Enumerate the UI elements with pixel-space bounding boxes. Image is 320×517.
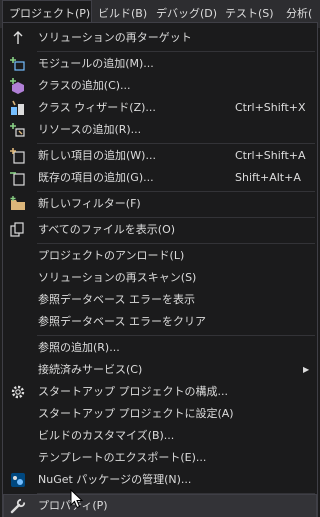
menu-separator [37, 51, 315, 52]
menu-item-shortcut: Ctrl+Shift+X [235, 101, 306, 114]
menu-item-label: NuGet パッケージの管理(N)... [38, 473, 192, 486]
menu-item-set-startup[interactable]: スタートアップ プロジェクトに設定(A) [4, 403, 316, 425]
new-item-icon [10, 148, 25, 164]
mouse-cursor-icon [70, 489, 84, 509]
menu-item-label: 参照データベース エラーを表示 [38, 293, 195, 306]
menu-item-configure-startup[interactable]: スタートアップ プロジェクトの構成... [4, 381, 316, 403]
menu-item-label: モジュールの追加(M)... [38, 57, 154, 70]
menu-item-add-class[interactable]: クラスの追加(C)... [4, 75, 316, 97]
menu-item-add-reference[interactable]: 参照の追加(R)... [4, 337, 316, 359]
menu-separator [37, 335, 315, 336]
menu-item-shortcut: Ctrl+Shift+A [235, 149, 306, 162]
menu-item-label: すべてのファイルを表示(O) [38, 223, 176, 236]
add-class-icon [10, 78, 24, 94]
existing-item-icon [10, 172, 25, 186]
menu-item-export-template[interactable]: テンプレートのエクスポート(E)... [4, 447, 316, 469]
class-wizard-icon [11, 100, 24, 115]
menu-item-unload-project[interactable]: プロジェクトのアンロード(L) [4, 245, 316, 267]
folder-icon [10, 196, 25, 210]
menu-item-label: 参照の追加(R)... [38, 341, 120, 354]
nuget-icon [11, 473, 25, 487]
gear-icon [11, 385, 25, 399]
menu-item-label: ソリューションの再スキャン(S) [38, 271, 197, 284]
menu-item-label: プロジェクトのアンロード(L) [38, 249, 185, 262]
menu-item-label: クラス ウィザード(Z)... [38, 101, 156, 114]
menu-item-retarget-solution[interactable]: ソリューションの再ターゲット [4, 27, 316, 49]
menu-item-label: ビルドのカスタマイズ(B)... [38, 429, 175, 442]
menu-item-label: 接続済みサービス(C) [38, 363, 143, 376]
menu-item-label: テンプレートのエクスポート(E)... [38, 451, 207, 464]
menu-item-show-db-errors[interactable]: 参照データベース エラーを表示 [4, 289, 316, 311]
menu-item-label: 参照データベース エラーをクリア [38, 315, 206, 328]
menu-item-label: 既存の項目の追加(G)... [38, 171, 154, 184]
menu-item-label: ソリューションの再ターゲット [38, 31, 192, 44]
menu-item-manage-nuget[interactable]: NuGet パッケージの管理(N)... [4, 469, 316, 491]
menu-item-label: スタートアップ プロジェクトに設定(A) [38, 407, 234, 420]
menu-item-label: スタートアップ プロジェクトの構成... [38, 385, 228, 398]
menu-item-rescan-solution[interactable]: ソリューションの再スキャン(S) [4, 267, 316, 289]
menu-item-add-new-item[interactable]: 新しい項目の追加(W)... Ctrl+Shift+A [4, 145, 316, 167]
menu-item-build-customizations[interactable]: ビルドのカスタマイズ(B)... [4, 425, 316, 447]
menu-item-label: 新しい項目の追加(W)... [38, 149, 156, 162]
menu-item-label: リソースの追加(R)... [38, 123, 142, 136]
add-resource-icon [10, 123, 25, 137]
menu-item-add-resource[interactable]: リソースの追加(R)... [4, 119, 316, 141]
menu-item-connected-services[interactable]: 接続済みサービス(C) ▶ [4, 359, 316, 381]
menu-separator [37, 143, 315, 144]
show-all-files-icon [10, 222, 24, 237]
menu-item-show-all-files[interactable]: すべてのファイルを表示(O) [4, 219, 316, 241]
menu-item-new-filter[interactable]: 新しいフィルター(F) [4, 193, 316, 215]
menu-separator [37, 243, 315, 244]
arrow-up-icon [13, 31, 23, 44]
menu-item-shortcut: Shift+Alt+A [235, 171, 301, 184]
menu-separator [37, 217, 315, 218]
add-module-icon [10, 57, 25, 71]
menu-item-label: 新しいフィルター(F) [38, 197, 141, 210]
menu-item-label: クラスの追加(C)... [38, 79, 131, 92]
menu-item-clear-db-errors[interactable]: 参照データベース エラーをクリア [4, 311, 316, 333]
menu-item-class-wizard[interactable]: クラス ウィザード(Z)... Ctrl+Shift+X [4, 97, 316, 119]
menu-item-add-module[interactable]: モジュールの追加(M)... [4, 53, 316, 75]
menu-item-add-existing-item[interactable]: 既存の項目の追加(G)... Shift+Alt+A [4, 167, 316, 189]
menu-item-properties[interactable]: プロパティ(P) [3, 494, 317, 517]
project-menu-dropdown: ソリューションの再ターゲット モジュールの追加(M)... クラスの追加(C).… [2, 22, 318, 517]
menu-separator [37, 191, 315, 192]
visual-studio-window: プロジェクト(P) ビルド(B) デバッグ(D) テスト(S) 分析( ソリュー… [0, 0, 320, 517]
wrench-icon [10, 498, 26, 514]
submenu-arrow-icon: ▶ [303, 365, 310, 374]
